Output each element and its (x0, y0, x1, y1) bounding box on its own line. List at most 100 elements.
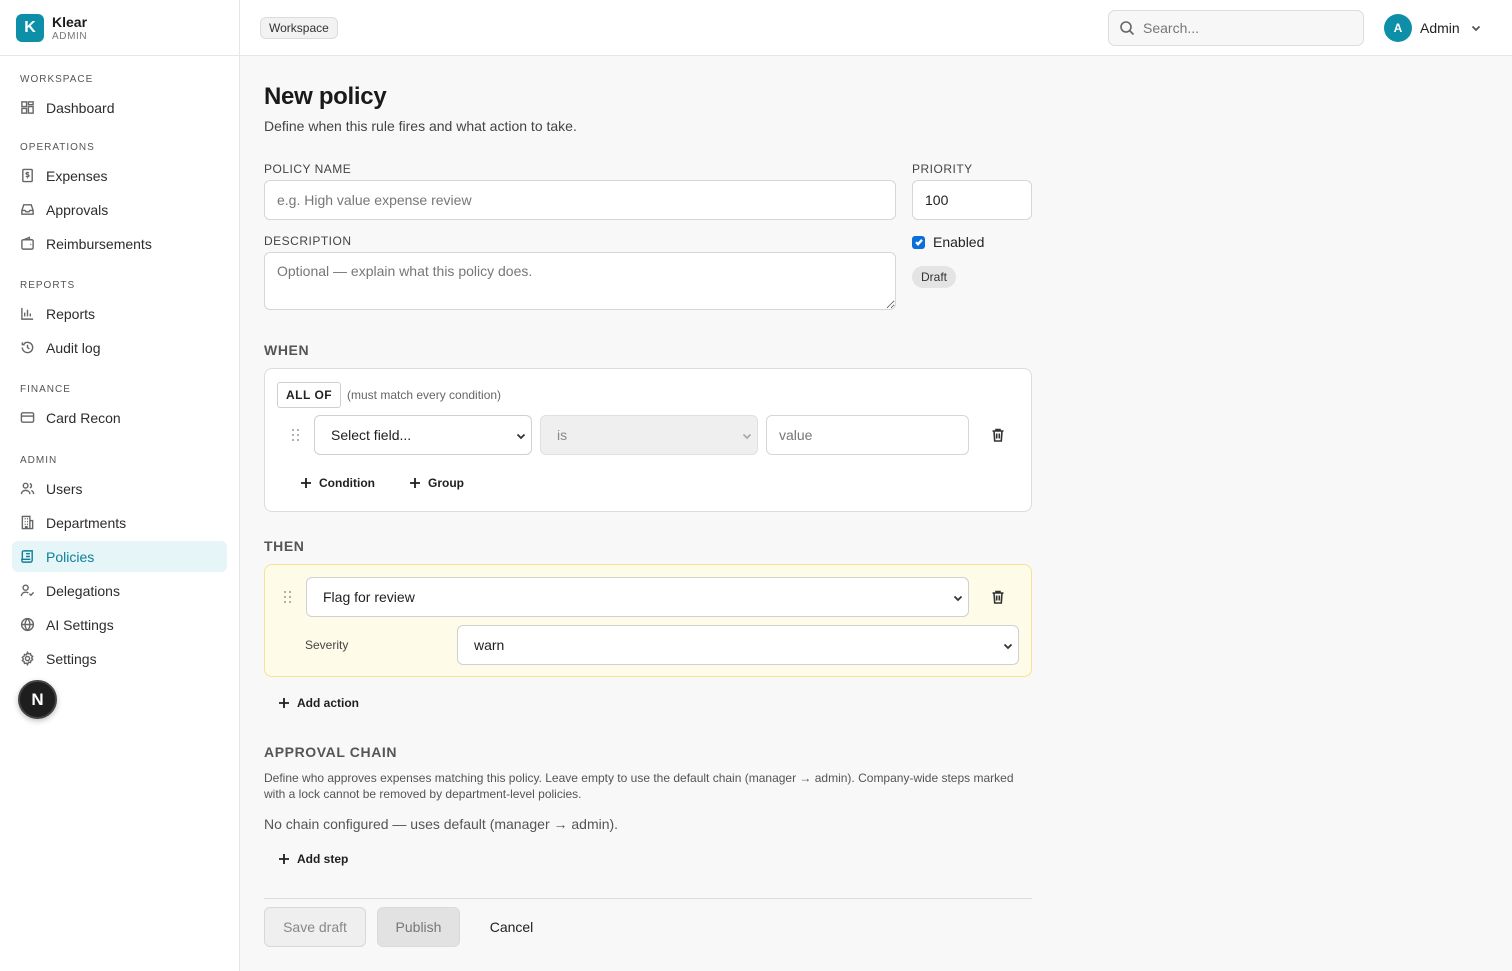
status-badge: Draft (912, 266, 957, 288)
sidebar-item-expenses[interactable]: Expenses (12, 160, 227, 191)
building-icon (21, 515, 34, 530)
inbox-icon (21, 204, 34, 215)
bar-chart-icon (21, 307, 34, 320)
chevron-down-icon (516, 433, 526, 440)
sidebar-nav: WORKSPACE Dashboard OPERATIONS Expenses … (0, 73, 239, 674)
scroll-icon (21, 550, 33, 563)
approval-chain-description: Define who approves expenses matching th… (264, 771, 1014, 801)
brand-logo: K (16, 13, 44, 42)
search-icon (1120, 21, 1135, 36)
add-action-button[interactable]: Add action (278, 696, 359, 710)
sidebar-item-label: Reports (46, 305, 96, 322)
sidebar-item-policies[interactable]: Policies (12, 541, 227, 572)
sidebar-item-dashboard[interactable]: Dashboard (12, 92, 227, 123)
gear-icon (21, 651, 34, 666)
chevron-down-icon (1003, 643, 1013, 650)
plus-icon (301, 478, 311, 488)
sidebar-item-label: Departments (46, 514, 127, 531)
user-menu[interactable]: A Admin (1384, 14, 1482, 42)
plus-icon (410, 478, 420, 488)
sidebar-item-audit-log[interactable]: Audit log (12, 332, 227, 363)
combinator-button[interactable]: ALL OF (277, 382, 342, 408)
wallet-icon (21, 236, 34, 250)
receipt-icon (22, 168, 33, 183)
sidebar-item-label: Approvals (46, 201, 109, 218)
sidebar-item-reports[interactable]: Reports (12, 298, 227, 329)
condition-field-select[interactable]: Select field... (314, 415, 532, 455)
sidebar: K Klear ADMIN WORKSPACE Dashboard OPERAT… (0, 0, 240, 971)
publish-button[interactable]: Publish (377, 907, 460, 947)
add-condition-button[interactable]: Condition (300, 476, 375, 490)
trash-icon (992, 428, 1004, 442)
description-textarea[interactable] (264, 252, 896, 310)
sidebar-item-delegations[interactable]: Delegations (12, 575, 227, 606)
drag-handle-icon[interactable] (284, 591, 294, 605)
priority-label: PRIORITY (912, 162, 973, 176)
when-conditions-box: ALL OF (must match every condition) Sele… (264, 368, 1032, 512)
enabled-toggle[interactable]: Enabled (912, 234, 984, 250)
sidebar-item-label: Settings (46, 650, 97, 667)
nav-section-reports: REPORTS (20, 280, 76, 291)
chevron-down-icon (953, 595, 963, 602)
action-select[interactable]: Flag for review (306, 577, 969, 617)
page-title: New policy (264, 83, 387, 110)
brand[interactable]: K Klear ADMIN (0, 0, 239, 56)
sidebar-item-label: Users (46, 480, 83, 497)
sidebar-item-settings[interactable]: Settings (12, 643, 227, 674)
then-section-title: THEN (264, 538, 305, 554)
then-actions-box: Flag for review Severity warn (264, 564, 1032, 677)
action-select-value: Flag for review (323, 589, 415, 605)
sidebar-item-card-recon[interactable]: Card Recon (12, 402, 227, 433)
chevron-down-icon (1471, 25, 1480, 32)
brand-subtitle: ADMIN (52, 30, 88, 42)
globe-icon (20, 617, 35, 632)
combinator-hint: (must match every condition) (347, 388, 502, 402)
save-draft-button[interactable]: Save draft (264, 907, 366, 947)
sidebar-item-label: Policies (46, 548, 95, 565)
credit-card-icon (20, 412, 35, 423)
sidebar-item-users[interactable]: Users (12, 473, 227, 504)
nav-section-finance: FINANCE (20, 384, 71, 395)
enabled-label: Enabled (933, 234, 985, 250)
policy-name-input[interactable] (264, 180, 896, 220)
nav-section-operations: OPERATIONS (20, 142, 95, 153)
cancel-button[interactable]: Cancel (474, 907, 549, 947)
priority-input[interactable] (912, 180, 1032, 220)
sidebar-item-label: Dashboard (46, 99, 115, 116)
delete-condition-button[interactable] (990, 427, 1006, 443)
nav-section-admin: ADMIN (20, 455, 58, 466)
condition-value-input[interactable] (766, 415, 969, 455)
condition-operator-value: is (557, 427, 568, 443)
severity-select-value: warn (474, 637, 505, 653)
add-condition-label: Condition (319, 476, 375, 490)
check-icon (914, 238, 923, 246)
search-box[interactable] (1108, 10, 1364, 46)
sidebar-item-label: Expenses (46, 167, 108, 184)
description-label: DESCRIPTION (264, 234, 352, 248)
chevron-down-icon (742, 433, 752, 440)
workspace-chip[interactable]: Workspace (260, 17, 338, 39)
delete-action-button[interactable] (990, 589, 1006, 605)
enabled-checkbox[interactable] (912, 235, 925, 249)
sidebar-item-approvals[interactable]: Approvals (12, 194, 227, 225)
condition-operator-select[interactable]: is (540, 415, 758, 455)
add-group-label: Group (428, 476, 464, 490)
sidebar-item-reimbursements[interactable]: Reimbursements (12, 228, 227, 259)
drag-handle-icon[interactable] (292, 429, 302, 443)
add-step-button[interactable]: Add step (278, 852, 348, 866)
user-check-icon (20, 584, 35, 597)
sidebar-item-ai-settings[interactable]: AI Settings (12, 609, 227, 640)
brand-name: Klear (52, 13, 88, 30)
search-input[interactable] (1143, 20, 1343, 36)
page-subtitle: Define when this rule fires and what act… (264, 118, 577, 134)
severity-select[interactable]: warn (457, 625, 1019, 665)
sidebar-item-label: Delegations (46, 582, 120, 599)
plus-icon (279, 854, 289, 864)
when-section-title: WHEN (264, 342, 310, 358)
dev-tools-badge[interactable]: N (18, 680, 57, 719)
sidebar-item-label: Reimbursements (46, 235, 152, 252)
avatar: A (1384, 14, 1412, 42)
approval-chain-title: APPROVAL CHAIN (264, 744, 398, 760)
sidebar-item-departments[interactable]: Departments (12, 507, 227, 538)
add-group-button[interactable]: Group (409, 476, 464, 490)
